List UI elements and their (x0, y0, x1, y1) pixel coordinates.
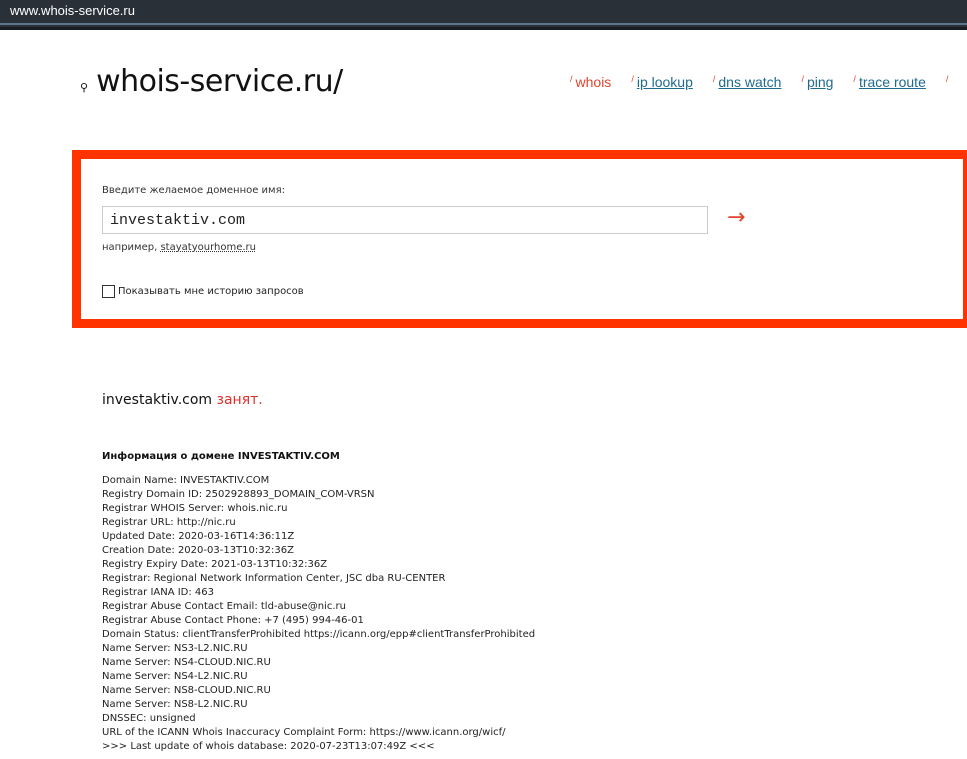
example-hint: например, stayatyourhome.ru (102, 242, 256, 253)
site-logo[interactable]: ⚲ whois-service.ru/ (80, 64, 343, 99)
whois-line: Registrar WHOIS Server: whois.nic.ru (102, 503, 288, 514)
result-badge: занят. (216, 392, 263, 408)
domain-label: Введите желаемое доменное имя: (102, 185, 285, 196)
whois-line: Registrar Abuse Contact Phone: +7 (495) … (102, 615, 364, 626)
whois-line: Domain Status: clientTransferProhibited … (102, 629, 536, 640)
result-domain: investaktiv.com (102, 392, 213, 408)
whois-line: Registry Expiry Date: 2021-03-13T10:32:3… (102, 559, 328, 570)
whois-line: Registrar URL: http://nic.ru (102, 517, 236, 528)
nav-whois[interactable]: whois (576, 74, 612, 90)
whois-line: Updated Date: 2020-03-16T14:36:11Z (102, 531, 295, 542)
search-form: Введите желаемое доменное имя: → наприме… (72, 150, 967, 328)
whois-line: Registrar: Regional Network Information … (102, 573, 446, 584)
address-bar-underline (0, 23, 967, 25)
url-text[interactable]: www.whois-service.ru (10, 3, 135, 18)
whois-line: Name Server: NS8-CLOUD.NIC.RU (102, 685, 271, 696)
whois-line: Name Server: NS4-CLOUD.NIC.RU (102, 657, 271, 668)
main-nav: / whois / ip lookup / dns watch / ping / trac… (570, 74, 949, 90)
domain-input[interactable] (102, 206, 708, 234)
info-title: Информация о домене INVESTAKTIV.COM (102, 451, 340, 462)
example-link[interactable]: stayatyourhome.ru (160, 242, 256, 253)
whois-line: Creation Date: 2020-03-13T10:32:36Z (102, 545, 294, 556)
whois-line: Name Server: NS3-L2.NIC.RU (102, 643, 248, 654)
history-label: Показывать мне историю запросов (118, 286, 304, 297)
whois-line: Registrar Abuse Contact Email: tld-abuse… (102, 601, 346, 612)
submit-arrow-button[interactable]: → (727, 205, 745, 230)
nav-dns-watch[interactable]: dns watch (718, 74, 781, 90)
search-icon: ⚲ (80, 81, 89, 94)
whois-line: Registrar IANA ID: 463 (102, 587, 215, 598)
result-status: investaktiv.com занят. (102, 392, 263, 408)
whois-line: >>> Last update of whois database: 2020-… (102, 741, 435, 752)
example-prefix: например, (102, 242, 158, 253)
whois-line: Name Server: NS8-L2.NIC.RU (102, 699, 248, 710)
history-checkbox-row[interactable]: Показывать мне историю запросов (102, 285, 304, 298)
address-bar[interactable]: www.whois-service.ru (0, 0, 967, 30)
logo-text: whois-service.ru/ (96, 64, 343, 99)
whois-line: Name Server: NS4-L2.NIC.RU (102, 671, 248, 682)
whois-line: Registry Domain ID: 2502928893_DOMAIN_CO… (102, 489, 375, 500)
whois-line: DNSSEC: unsigned (102, 713, 196, 724)
nav-ip-lookup[interactable]: ip lookup (637, 74, 693, 90)
nav-trace-route[interactable]: trace route (859, 74, 926, 90)
whois-info: Информация о домене INVESTAKTIV.COM Doma… (102, 451, 535, 754)
nav-ping[interactable]: ping (807, 74, 833, 90)
history-checkbox[interactable] (102, 285, 115, 298)
whois-line: URL of the ICANN Whois Inaccuracy Compla… (102, 727, 506, 738)
whois-line: Domain Name: INVESTAKTIV.COM (102, 475, 270, 486)
